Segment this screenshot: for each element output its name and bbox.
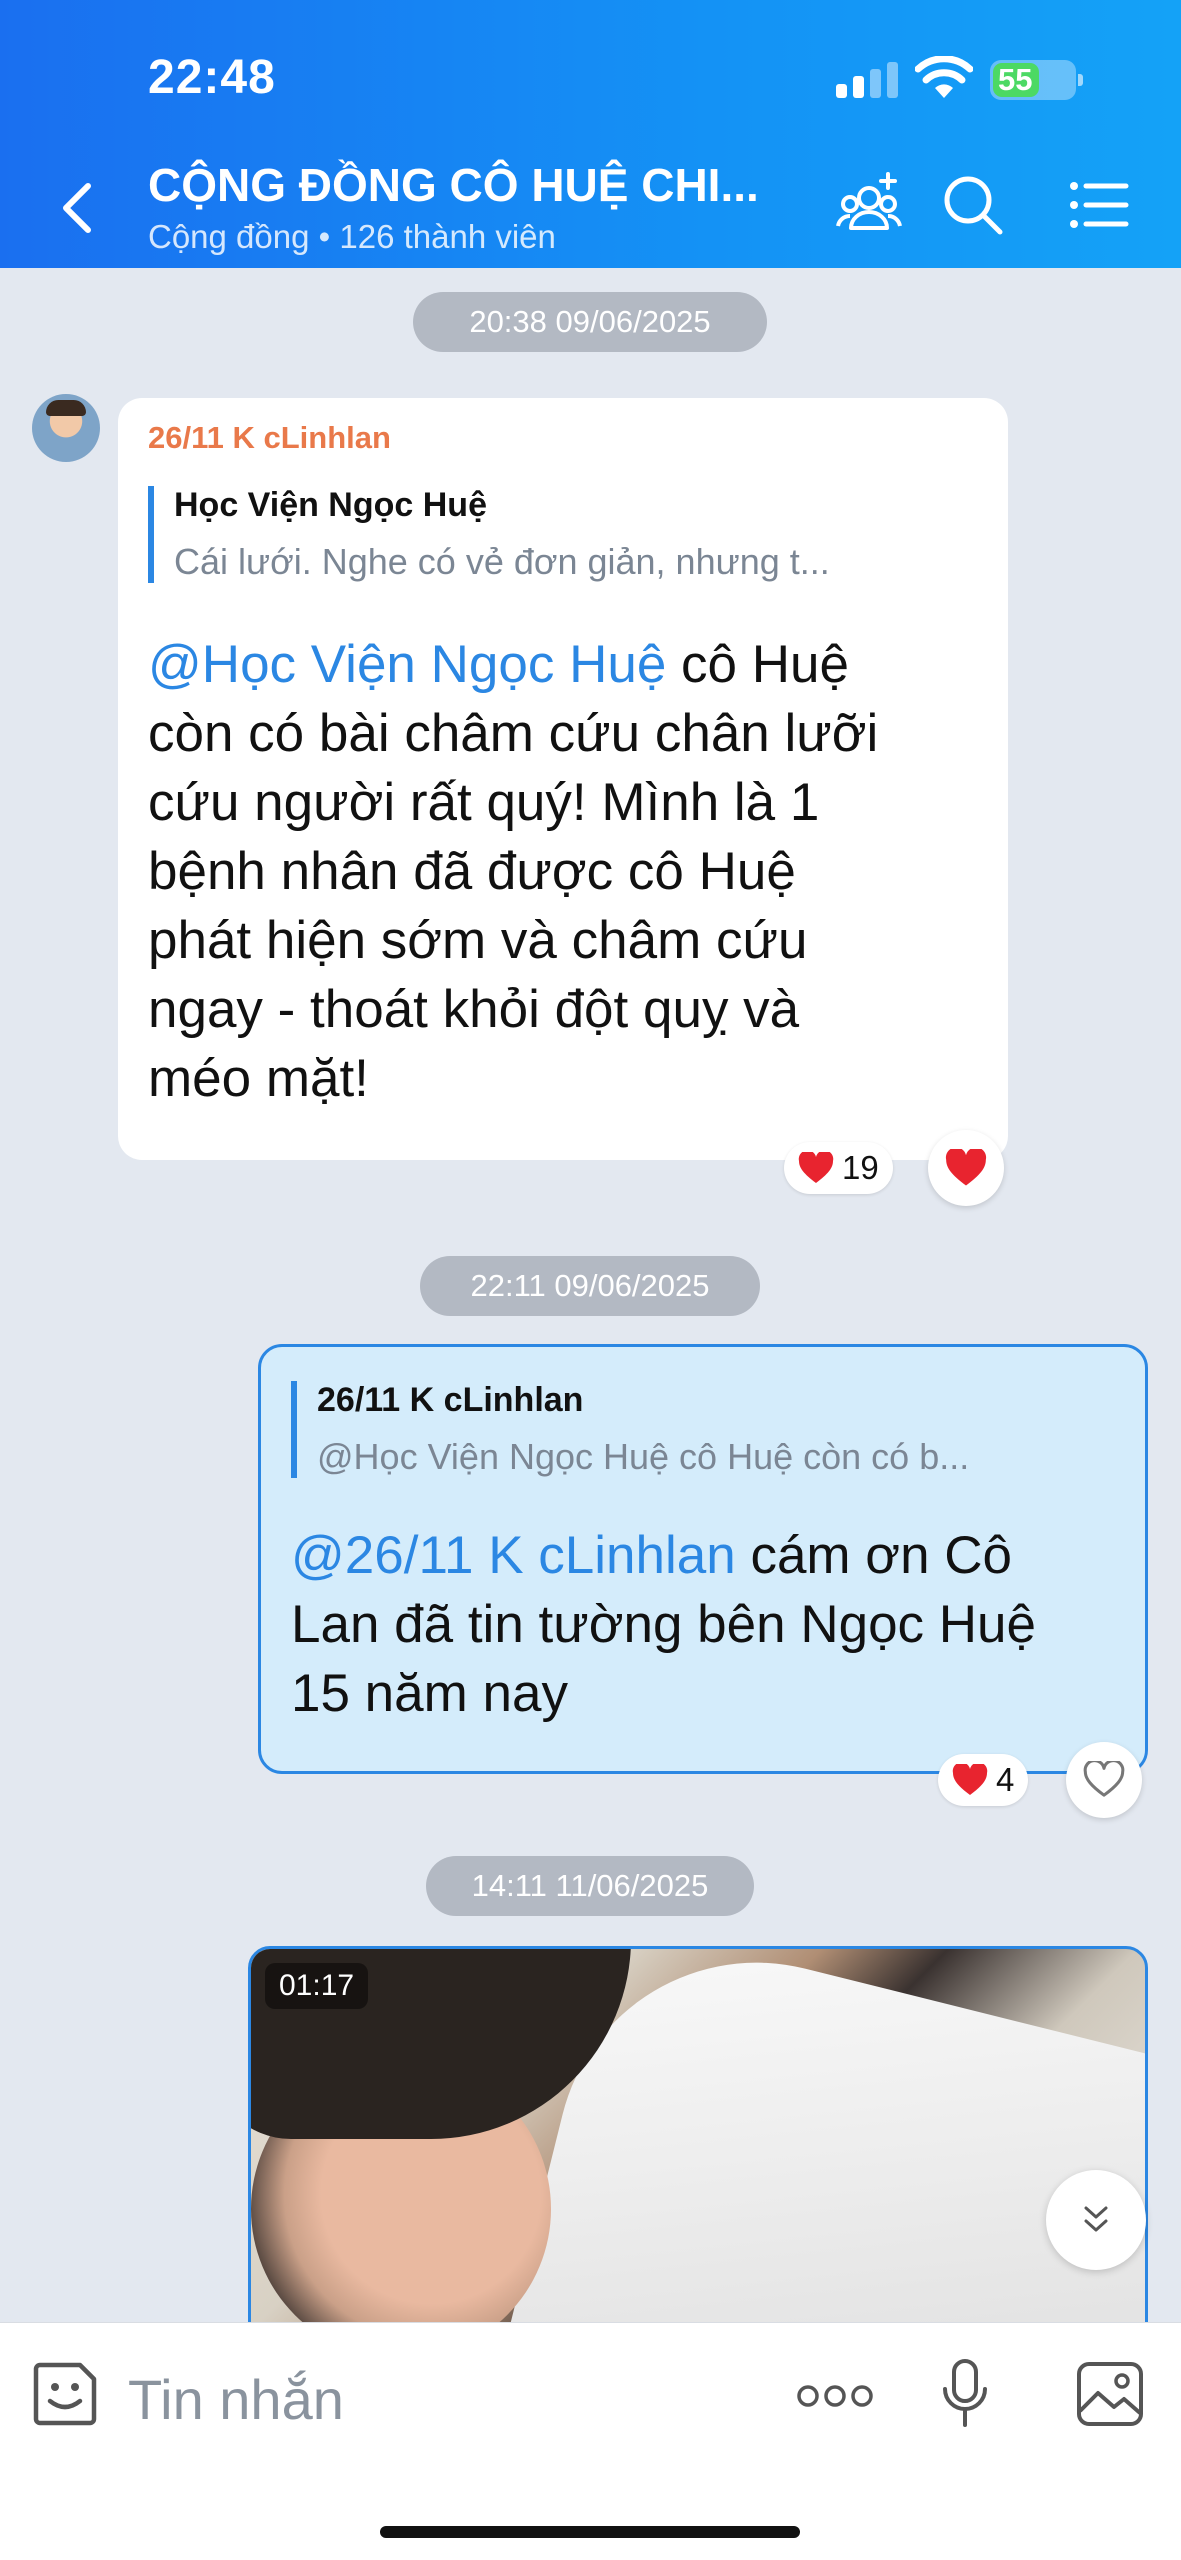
- quoted-message[interactable]: 26/11 K cLinhlan @Học Viện Ngọc Huệ cô H…: [291, 1381, 969, 1478]
- timestamp-pill: 14:11 11/06/2025: [426, 1856, 754, 1916]
- quoted-text: Cái lưới. Nghe có vẻ đơn giản, nhưng t..…: [174, 541, 830, 582]
- message-bubble[interactable]: 26/11 K cLinhlan @Học Viện Ngọc Huệ cô H…: [258, 1344, 1148, 1774]
- chat-title[interactable]: CỘNG ĐỒNG CÔ HUỆ CHI...: [148, 158, 759, 212]
- react-button[interactable]: [1066, 1742, 1142, 1818]
- message-text: @Học Viện Ngọc Huệ cô Huệ còn có bài châ…: [148, 635, 879, 1108]
- more-dots-icon[interactable]: [796, 2383, 874, 2409]
- heart-filled-icon: [945, 1149, 987, 1186]
- battery-icon: 55: [990, 60, 1083, 100]
- search-icon[interactable]: [940, 172, 1006, 238]
- image-icon[interactable]: [1076, 2361, 1144, 2427]
- avatar[interactable]: [32, 394, 100, 462]
- quoted-text: @Học Viện Ngọc Huệ cô Huệ còn có b...: [317, 1436, 970, 1477]
- sender-name[interactable]: 26/11 K cLinhlan: [148, 420, 391, 456]
- heart-icon: [952, 1764, 988, 1795]
- reaction-count[interactable]: 19: [784, 1142, 893, 1194]
- scroll-to-bottom-button[interactable]: [1046, 2170, 1146, 2270]
- chevron-left-icon[interactable]: [58, 180, 98, 236]
- message-text: @26/11 K cLinhlan cám ơn Cô Lan đã tin t…: [291, 1526, 1037, 1723]
- status-time: 22:48: [148, 51, 276, 104]
- quoted-author: 26/11 K cLinhlan: [317, 1381, 584, 1419]
- microphone-icon[interactable]: [940, 2359, 990, 2431]
- quoted-message[interactable]: Học Viện Ngọc Huệ Cái lưới. Nghe có vẻ đ…: [148, 486, 830, 583]
- heart-icon: [798, 1152, 834, 1183]
- message-composer: Tin nhắn: [0, 2322, 1181, 2560]
- list-icon[interactable]: [1066, 172, 1132, 238]
- wifi-icon: [915, 56, 973, 98]
- add-member-icon[interactable]: [836, 172, 902, 238]
- message-input[interactable]: Tin nhắn: [128, 2367, 344, 2432]
- quoted-author: Học Viện Ngọc Huệ: [174, 486, 487, 524]
- mention-link[interactable]: @26/11 K cLinhlan: [291, 1526, 736, 1585]
- video-duration: 01:17: [265, 1963, 369, 2009]
- cellular-signal-icon: [836, 62, 898, 98]
- react-button[interactable]: [928, 1130, 1004, 1206]
- battery-level: 55: [998, 62, 1033, 97]
- message-bubble[interactable]: 26/11 K cLinhlan Học Viện Ngọc Huệ Cái l…: [118, 398, 1008, 1160]
- home-indicator: [380, 2526, 800, 2538]
- double-chevron-down-icon: [1084, 2206, 1108, 2232]
- timestamp-pill: 20:38 09/06/2025: [413, 292, 767, 352]
- reaction-count[interactable]: 4: [938, 1754, 1029, 1806]
- heart-outline-icon: [1083, 1761, 1125, 1797]
- chat-header: 22:48 55 CỘNG ĐỒNG CÔ HUỆ CHI... Cộng đồ…: [0, 0, 1181, 268]
- timestamp-pill: 22:11 09/06/2025: [420, 1256, 760, 1316]
- mention-link[interactable]: @Học Viện Ngọc Huệ: [148, 635, 666, 694]
- sticker-icon[interactable]: [30, 2359, 100, 2429]
- video-message[interactable]: 01:17: [248, 1946, 1148, 2326]
- chat-subtitle[interactable]: Cộng đồng • 126 thành viên: [148, 218, 556, 256]
